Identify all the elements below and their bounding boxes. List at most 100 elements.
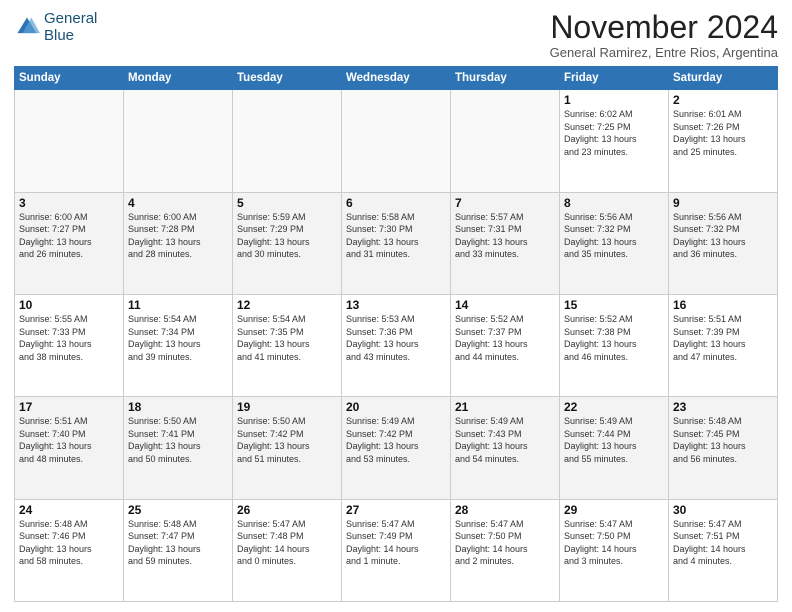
day-number: 15 xyxy=(564,298,664,312)
calendar-cell xyxy=(451,90,560,192)
calendar-cell: 1Sunrise: 6:02 AM Sunset: 7:25 PM Daylig… xyxy=(560,90,669,192)
day-info: Sunrise: 6:00 AM Sunset: 7:27 PM Dayligh… xyxy=(19,211,119,261)
day-info: Sunrise: 5:49 AM Sunset: 7:42 PM Dayligh… xyxy=(346,415,446,465)
day-number: 29 xyxy=(564,503,664,517)
day-number: 22 xyxy=(564,400,664,414)
day-number: 2 xyxy=(673,93,773,107)
day-info: Sunrise: 5:51 AM Sunset: 7:39 PM Dayligh… xyxy=(673,313,773,363)
calendar-cell: 27Sunrise: 5:47 AM Sunset: 7:49 PM Dayli… xyxy=(342,499,451,601)
weekday-header-monday: Monday xyxy=(124,67,233,90)
calendar-cell: 20Sunrise: 5:49 AM Sunset: 7:42 PM Dayli… xyxy=(342,397,451,499)
logo-line2: Blue xyxy=(44,27,97,44)
day-number: 30 xyxy=(673,503,773,517)
calendar-cell: 26Sunrise: 5:47 AM Sunset: 7:48 PM Dayli… xyxy=(233,499,342,601)
logo-line1: General xyxy=(44,10,97,27)
calendar-week-row: 1Sunrise: 6:02 AM Sunset: 7:25 PM Daylig… xyxy=(15,90,778,192)
calendar-cell: 21Sunrise: 5:49 AM Sunset: 7:43 PM Dayli… xyxy=(451,397,560,499)
weekday-header-tuesday: Tuesday xyxy=(233,67,342,90)
calendar-cell: 18Sunrise: 5:50 AM Sunset: 7:41 PM Dayli… xyxy=(124,397,233,499)
day-info: Sunrise: 5:57 AM Sunset: 7:31 PM Dayligh… xyxy=(455,211,555,261)
day-info: Sunrise: 6:00 AM Sunset: 7:28 PM Dayligh… xyxy=(128,211,228,261)
calendar-cell xyxy=(124,90,233,192)
day-number: 17 xyxy=(19,400,119,414)
day-info: Sunrise: 5:55 AM Sunset: 7:33 PM Dayligh… xyxy=(19,313,119,363)
day-number: 27 xyxy=(346,503,446,517)
day-info: Sunrise: 5:58 AM Sunset: 7:30 PM Dayligh… xyxy=(346,211,446,261)
calendar-cell: 5Sunrise: 5:59 AM Sunset: 7:29 PM Daylig… xyxy=(233,192,342,294)
day-info: Sunrise: 5:54 AM Sunset: 7:35 PM Dayligh… xyxy=(237,313,337,363)
day-number: 9 xyxy=(673,196,773,210)
weekday-header-saturday: Saturday xyxy=(669,67,778,90)
weekday-header-row: SundayMondayTuesdayWednesdayThursdayFrid… xyxy=(15,67,778,90)
calendar-table: SundayMondayTuesdayWednesdayThursdayFrid… xyxy=(14,66,778,602)
calendar-cell: 12Sunrise: 5:54 AM Sunset: 7:35 PM Dayli… xyxy=(233,294,342,396)
day-info: Sunrise: 5:48 AM Sunset: 7:47 PM Dayligh… xyxy=(128,518,228,568)
calendar-cell: 9Sunrise: 5:56 AM Sunset: 7:32 PM Daylig… xyxy=(669,192,778,294)
calendar-cell xyxy=(15,90,124,192)
day-number: 11 xyxy=(128,298,228,312)
calendar-cell: 11Sunrise: 5:54 AM Sunset: 7:34 PM Dayli… xyxy=(124,294,233,396)
day-info: Sunrise: 5:59 AM Sunset: 7:29 PM Dayligh… xyxy=(237,211,337,261)
day-info: Sunrise: 6:02 AM Sunset: 7:25 PM Dayligh… xyxy=(564,108,664,158)
calendar-cell: 7Sunrise: 5:57 AM Sunset: 7:31 PM Daylig… xyxy=(451,192,560,294)
day-info: Sunrise: 5:56 AM Sunset: 7:32 PM Dayligh… xyxy=(564,211,664,261)
day-number: 7 xyxy=(455,196,555,210)
calendar-cell: 14Sunrise: 5:52 AM Sunset: 7:37 PM Dayli… xyxy=(451,294,560,396)
location-subtitle: General Ramirez, Entre Rios, Argentina xyxy=(550,45,778,60)
day-info: Sunrise: 5:52 AM Sunset: 7:38 PM Dayligh… xyxy=(564,313,664,363)
day-number: 28 xyxy=(455,503,555,517)
day-info: Sunrise: 5:51 AM Sunset: 7:40 PM Dayligh… xyxy=(19,415,119,465)
day-number: 20 xyxy=(346,400,446,414)
day-number: 12 xyxy=(237,298,337,312)
day-info: Sunrise: 5:53 AM Sunset: 7:36 PM Dayligh… xyxy=(346,313,446,363)
day-info: Sunrise: 5:49 AM Sunset: 7:44 PM Dayligh… xyxy=(564,415,664,465)
calendar-cell: 16Sunrise: 5:51 AM Sunset: 7:39 PM Dayli… xyxy=(669,294,778,396)
weekday-header-thursday: Thursday xyxy=(451,67,560,90)
calendar-cell xyxy=(342,90,451,192)
page: General Blue November 2024 General Ramir… xyxy=(0,0,792,612)
calendar-cell: 4Sunrise: 6:00 AM Sunset: 7:28 PM Daylig… xyxy=(124,192,233,294)
calendar-cell: 8Sunrise: 5:56 AM Sunset: 7:32 PM Daylig… xyxy=(560,192,669,294)
day-number: 16 xyxy=(673,298,773,312)
day-info: Sunrise: 5:56 AM Sunset: 7:32 PM Dayligh… xyxy=(673,211,773,261)
header: General Blue November 2024 General Ramir… xyxy=(14,10,778,60)
day-info: Sunrise: 5:47 AM Sunset: 7:48 PM Dayligh… xyxy=(237,518,337,568)
calendar-cell: 10Sunrise: 5:55 AM Sunset: 7:33 PM Dayli… xyxy=(15,294,124,396)
day-number: 3 xyxy=(19,196,119,210)
title-block: November 2024 General Ramirez, Entre Rio… xyxy=(550,10,778,60)
calendar-cell: 17Sunrise: 5:51 AM Sunset: 7:40 PM Dayli… xyxy=(15,397,124,499)
day-info: Sunrise: 5:47 AM Sunset: 7:50 PM Dayligh… xyxy=(564,518,664,568)
day-number: 18 xyxy=(128,400,228,414)
logo-icon xyxy=(14,14,40,40)
day-info: Sunrise: 6:01 AM Sunset: 7:26 PM Dayligh… xyxy=(673,108,773,158)
day-number: 13 xyxy=(346,298,446,312)
day-number: 26 xyxy=(237,503,337,517)
weekday-header-friday: Friday xyxy=(560,67,669,90)
calendar-week-row: 17Sunrise: 5:51 AM Sunset: 7:40 PM Dayli… xyxy=(15,397,778,499)
calendar-cell: 3Sunrise: 6:00 AM Sunset: 7:27 PM Daylig… xyxy=(15,192,124,294)
month-title: November 2024 xyxy=(550,10,778,45)
calendar-cell: 25Sunrise: 5:48 AM Sunset: 7:47 PM Dayli… xyxy=(124,499,233,601)
calendar-week-row: 10Sunrise: 5:55 AM Sunset: 7:33 PM Dayli… xyxy=(15,294,778,396)
day-number: 14 xyxy=(455,298,555,312)
day-number: 4 xyxy=(128,196,228,210)
weekday-header-wednesday: Wednesday xyxy=(342,67,451,90)
day-number: 25 xyxy=(128,503,228,517)
day-info: Sunrise: 5:50 AM Sunset: 7:42 PM Dayligh… xyxy=(237,415,337,465)
day-info: Sunrise: 5:50 AM Sunset: 7:41 PM Dayligh… xyxy=(128,415,228,465)
calendar-cell: 30Sunrise: 5:47 AM Sunset: 7:51 PM Dayli… xyxy=(669,499,778,601)
calendar-week-row: 24Sunrise: 5:48 AM Sunset: 7:46 PM Dayli… xyxy=(15,499,778,601)
calendar-cell: 15Sunrise: 5:52 AM Sunset: 7:38 PM Dayli… xyxy=(560,294,669,396)
day-number: 10 xyxy=(19,298,119,312)
logo: General Blue xyxy=(14,10,97,45)
day-number: 24 xyxy=(19,503,119,517)
calendar-cell: 22Sunrise: 5:49 AM Sunset: 7:44 PM Dayli… xyxy=(560,397,669,499)
weekday-header-sunday: Sunday xyxy=(15,67,124,90)
day-info: Sunrise: 5:48 AM Sunset: 7:45 PM Dayligh… xyxy=(673,415,773,465)
calendar-cell: 13Sunrise: 5:53 AM Sunset: 7:36 PM Dayli… xyxy=(342,294,451,396)
day-number: 23 xyxy=(673,400,773,414)
day-number: 21 xyxy=(455,400,555,414)
calendar-cell: 19Sunrise: 5:50 AM Sunset: 7:42 PM Dayli… xyxy=(233,397,342,499)
calendar-cell xyxy=(233,90,342,192)
day-info: Sunrise: 5:49 AM Sunset: 7:43 PM Dayligh… xyxy=(455,415,555,465)
